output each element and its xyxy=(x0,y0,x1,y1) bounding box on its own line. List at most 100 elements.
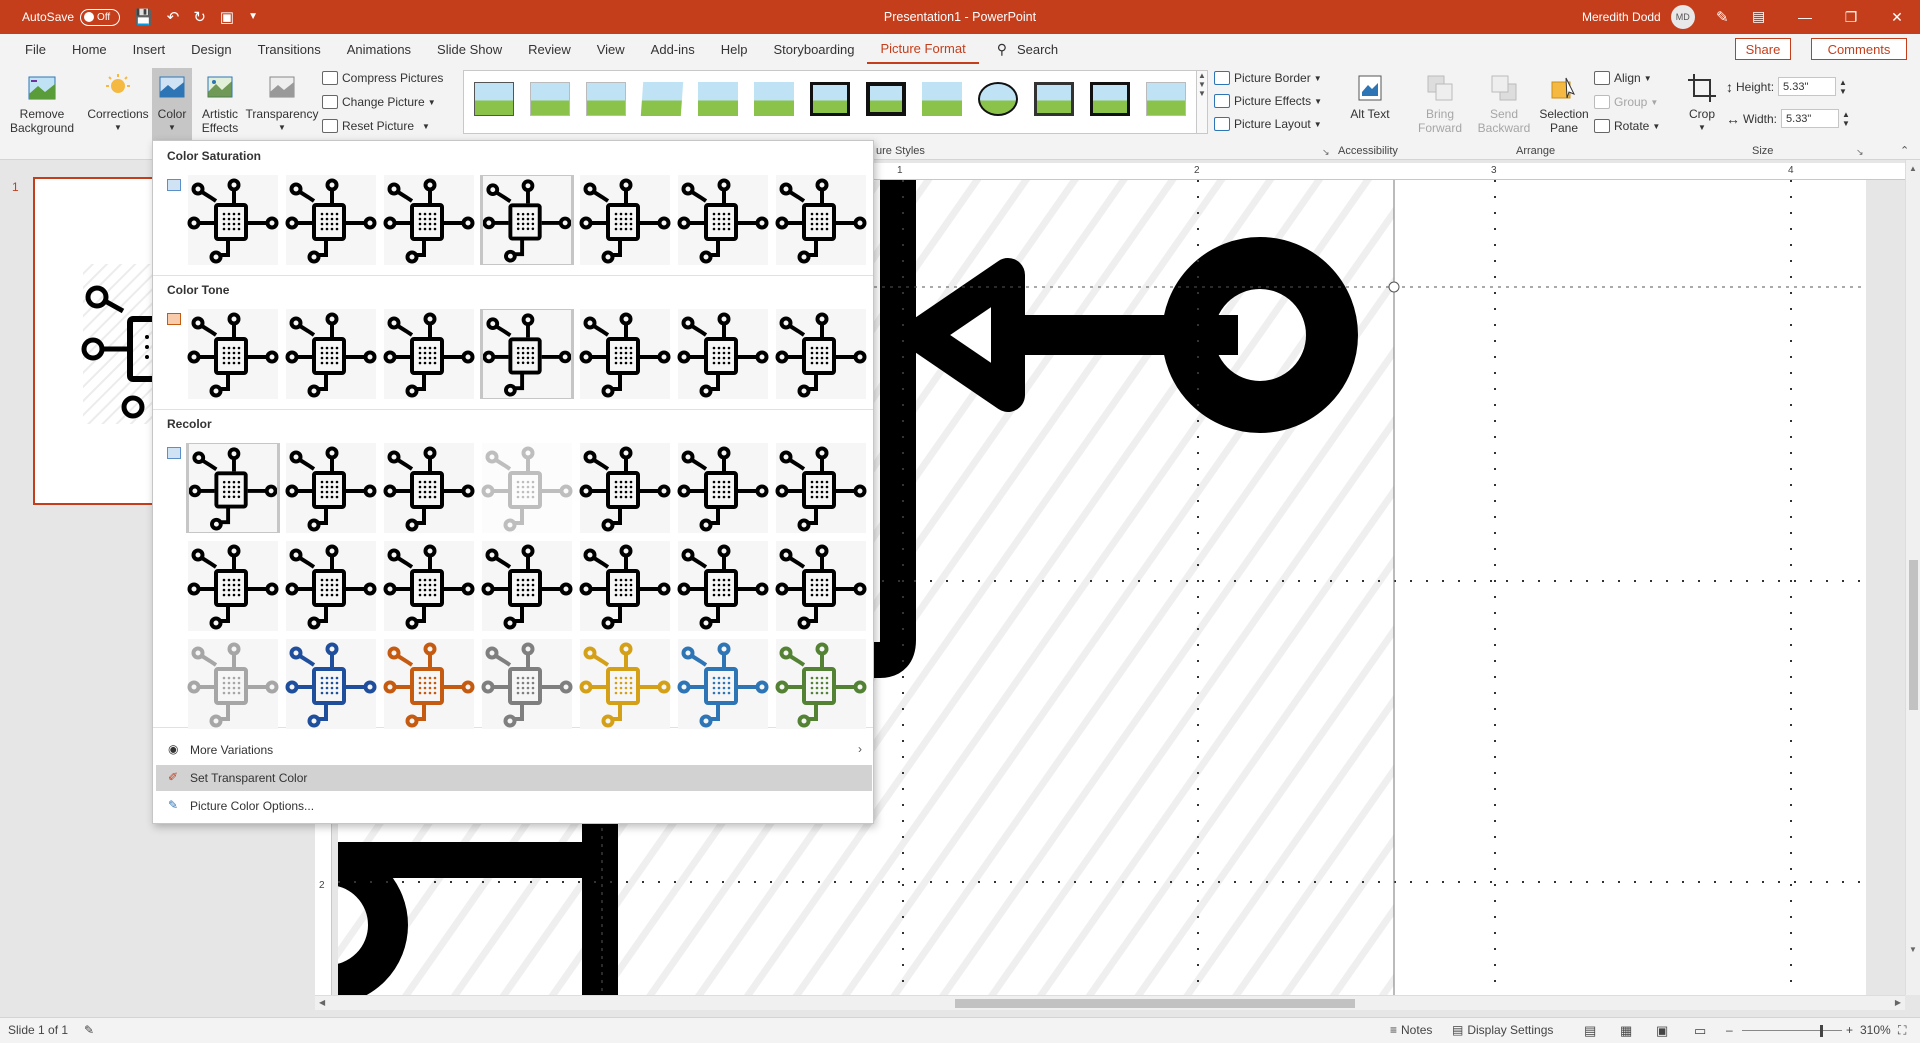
undo-icon[interactable]: ↶ xyxy=(167,10,180,25)
comments-button[interactable]: Comments xyxy=(1811,38,1907,60)
collapse-ribbon-icon[interactable]: ⌃ xyxy=(1900,144,1909,157)
tab-view[interactable]: View xyxy=(584,34,638,64)
color-saturation-option[interactable] xyxy=(578,175,672,265)
recolor-option[interactable] xyxy=(186,541,280,631)
corrections-button[interactable]: Corrections ▼ xyxy=(86,72,150,135)
style-thumbnail[interactable] xyxy=(1146,82,1186,116)
share-button[interactable]: Share xyxy=(1735,38,1791,60)
transparency-button[interactable]: Transparency ▼ xyxy=(244,72,320,135)
avatar[interactable]: MD xyxy=(1670,5,1695,29)
picture-color-options-item[interactable]: ✎ Picture Color Options... xyxy=(156,793,872,819)
color-tone-option[interactable] xyxy=(774,309,868,399)
style-thumbnail[interactable] xyxy=(640,82,684,116)
accessibility-check-icon[interactable]: ✎ xyxy=(84,1023,94,1037)
set-transparent-color-item[interactable]: ✐ Set Transparent Color xyxy=(156,765,872,791)
reset-picture-button[interactable]: Reset Picture ▼ xyxy=(322,119,430,133)
recolor-option[interactable] xyxy=(284,443,378,533)
tab-picture-format[interactable]: Picture Format xyxy=(867,34,979,64)
recolor-option[interactable] xyxy=(382,443,476,533)
style-thumbnail[interactable] xyxy=(754,82,794,116)
tab-help[interactable]: Help xyxy=(708,34,761,64)
recolor-option[interactable] xyxy=(480,541,574,631)
artistic-effects-button[interactable]: Artistic Effects xyxy=(196,72,244,135)
rotate-button[interactable]: Rotate ▼ xyxy=(1594,119,1660,133)
customize-qat-icon[interactable]: ▼ xyxy=(248,12,258,22)
style-thumbnail[interactable] xyxy=(866,82,906,116)
dialog-launcher-icon[interactable]: ↘ xyxy=(1322,147,1330,158)
style-thumbnail[interactable] xyxy=(530,82,570,116)
color-tone-option[interactable] xyxy=(480,309,574,399)
search-box[interactable]: ⚲ Search xyxy=(997,41,1058,58)
tab-design[interactable]: Design xyxy=(178,34,244,64)
width-input[interactable]: 5.33" xyxy=(1781,109,1840,128)
recolor-option[interactable] xyxy=(382,541,476,631)
display-settings-button[interactable]: ▤ Display Settings xyxy=(1452,1023,1553,1037)
redo-icon[interactable]: ↻ xyxy=(193,10,206,25)
scroll-down-icon[interactable]: ▼ xyxy=(1909,945,1917,954)
recolor-option[interactable] xyxy=(578,443,672,533)
fit-slide-icon[interactable]: ⛶ xyxy=(1898,1023,1906,1038)
dialog-launcher-icon[interactable]: ↘ xyxy=(1856,147,1864,158)
color-tone-option[interactable] xyxy=(382,309,476,399)
scroll-left-icon[interactable]: ◀ xyxy=(319,998,325,1007)
tab-home[interactable]: Home xyxy=(59,34,120,64)
style-thumbnail[interactable] xyxy=(922,82,962,116)
tab-transitions[interactable]: Transitions xyxy=(245,34,334,64)
picture-border-button[interactable]: Picture Border ▼ xyxy=(1214,71,1322,85)
tab-storyboarding[interactable]: Storyboarding xyxy=(761,34,868,64)
style-thumbnail[interactable] xyxy=(1090,82,1130,116)
compress-pictures-button[interactable]: Compress Pictures xyxy=(322,71,443,85)
recolor-option[interactable] xyxy=(284,541,378,631)
style-thumbnail[interactable] xyxy=(474,82,514,116)
change-picture-button[interactable]: Change Picture ▼ xyxy=(322,95,436,109)
gallery-scroll[interactable]: ▲ ▼ ▼ xyxy=(1196,70,1208,134)
recolor-option[interactable] xyxy=(676,541,770,631)
color-saturation-option[interactable] xyxy=(186,175,280,265)
tab-animations[interactable]: Animations xyxy=(334,34,424,64)
recolor-option[interactable] xyxy=(578,541,672,631)
horizontal-scroll-thumb[interactable] xyxy=(955,999,1355,1008)
scroll-right-icon[interactable]: ▶ xyxy=(1895,998,1901,1007)
picture-styles-gallery[interactable] xyxy=(463,70,1198,134)
autosave-toggle[interactable]: Off xyxy=(80,8,121,26)
color-tone-option[interactable] xyxy=(578,309,672,399)
color-tone-option[interactable] xyxy=(284,309,378,399)
color-saturation-option[interactable] xyxy=(676,175,770,265)
vertical-scrollbar[interactable]: ▲ ▼ xyxy=(1905,160,1920,995)
recolor-option[interactable] xyxy=(676,639,770,729)
align-button[interactable]: Align ▼ xyxy=(1594,71,1652,85)
zoom-in-icon[interactable]: + xyxy=(1846,1023,1853,1037)
color-saturation-option[interactable] xyxy=(480,175,574,265)
restore-icon[interactable]: ❐ xyxy=(1828,9,1874,26)
recolor-option[interactable] xyxy=(284,639,378,729)
bring-forward-button[interactable]: Bring Forward xyxy=(1408,72,1472,135)
notes-button[interactable]: ≡ Notes xyxy=(1390,1023,1432,1037)
style-thumbnail[interactable] xyxy=(978,82,1018,116)
slide-show-icon[interactable]: ▭ xyxy=(1694,1023,1706,1039)
color-saturation-option[interactable] xyxy=(382,175,476,265)
recolor-option[interactable] xyxy=(578,639,672,729)
zoom-slider-thumb[interactable] xyxy=(1820,1025,1823,1037)
crop-button[interactable]: Crop ▼ xyxy=(1682,72,1722,135)
recolor-option[interactable] xyxy=(480,443,574,533)
recolor-option[interactable] xyxy=(186,443,280,533)
zoom-level[interactable]: 310% xyxy=(1860,1023,1891,1037)
slide-sorter-icon[interactable]: ▦ xyxy=(1620,1023,1632,1039)
picture-effects-button[interactable]: Picture Effects ▼ xyxy=(1214,94,1322,108)
style-thumbnail[interactable] xyxy=(1034,82,1074,116)
zoom-out-icon[interactable]: – xyxy=(1726,1023,1733,1037)
recolor-option[interactable] xyxy=(382,639,476,729)
ribbon-display-icon[interactable]: ▤ xyxy=(1752,8,1765,25)
present-icon[interactable]: ▣ xyxy=(220,10,234,25)
pen-icon[interactable]: ✎ xyxy=(1716,8,1729,26)
normal-view-icon[interactable]: ▤ xyxy=(1584,1023,1596,1039)
scroll-up-icon[interactable]: ▲ xyxy=(1909,164,1917,173)
width-field[interactable]: ↔ Width: 5.33" ▲ ▼ xyxy=(1726,109,1850,128)
save-icon[interactable]: 💾 xyxy=(134,10,153,25)
user-account[interactable]: Meredith Dodd MD xyxy=(1582,0,1695,34)
recolor-option[interactable] xyxy=(774,541,868,631)
autosave[interactable]: AutoSave Off xyxy=(22,8,121,26)
picture-layout-button[interactable]: Picture Layout ▼ xyxy=(1214,117,1322,131)
color-saturation-option[interactable] xyxy=(284,175,378,265)
tab-file[interactable]: File xyxy=(12,34,59,64)
